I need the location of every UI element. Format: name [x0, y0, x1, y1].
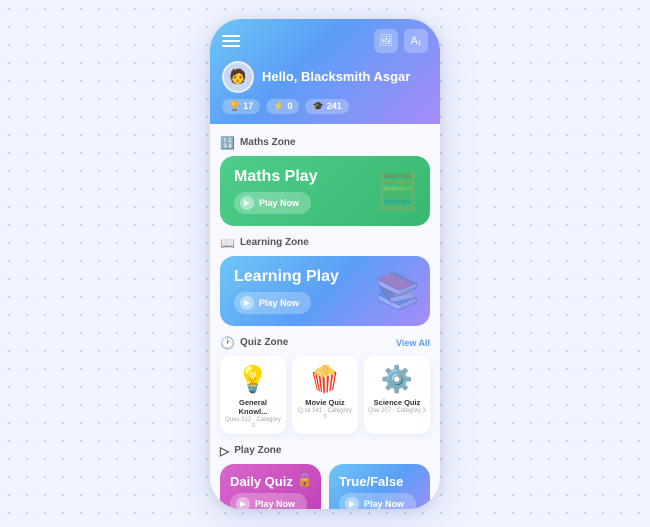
play-zone-text: Play Zone	[234, 445, 281, 456]
true-false-play-icon: ▶	[345, 497, 359, 509]
learning-play-circle-icon: ▶	[240, 296, 254, 310]
daily-quiz-play-label: Play Now	[255, 499, 295, 509]
phone-body: 🔢 Maths Zone Maths Play ▶ Play Now 🧮 📖 L…	[210, 124, 440, 509]
movie-quiz-emoji: 🍿	[309, 364, 341, 395]
learning-zone-label: 📖 Learning Zone	[220, 236, 430, 250]
true-false-play-button[interactable]: ▶ Play Now	[339, 493, 416, 509]
stat-trophy-value: 17	[243, 101, 253, 111]
learning-play-card[interactable]: Learning Play ▶ Play Now 📚	[220, 256, 430, 326]
daily-quiz-card[interactable]: Daily Quiz ▶ Play Now 🔒	[220, 464, 321, 509]
maths-zone-text: Maths Zone	[240, 137, 296, 148]
daily-quiz-play-icon: ▶	[236, 497, 250, 509]
quiz-zone-icon: 🕐	[220, 336, 235, 350]
science-quiz-sub: Que 207 · Category 3	[368, 408, 426, 414]
general-quiz-title: General Knowl...	[224, 398, 282, 416]
image-icon-btn[interactable]: 🖼	[374, 29, 398, 53]
play-zone-cards: Daily Quiz ▶ Play Now 🔒 True/False ▶ Pla…	[220, 464, 430, 509]
maths-play-label: Play Now	[259, 198, 299, 208]
view-all-link[interactable]: View All	[396, 338, 430, 348]
learning-play-button[interactable]: ▶ Play Now	[234, 292, 311, 314]
avatar: 🧑	[222, 61, 254, 93]
learning-zone-text: Learning Zone	[240, 237, 309, 248]
stat-lightning-value: 0	[287, 101, 292, 111]
quiz-card-science[interactable]: ⚙️ Science Quiz Que 207 · Category 3	[364, 356, 430, 434]
image-icon: 🖼	[379, 34, 393, 47]
translate-icon-btn[interactable]: A₁	[404, 29, 428, 53]
stat-lightning: ⚡ 0	[266, 99, 299, 114]
movie-quiz-title: Movie Quiz	[305, 398, 345, 407]
maths-zone-label: 🔢 Maths Zone	[220, 136, 430, 150]
learning-zone-icon: 📖	[220, 236, 235, 250]
header-icons: 🖼 A₁	[374, 29, 428, 53]
science-quiz-title: Science Quiz	[374, 398, 421, 407]
quiz-zone-text: Quiz Zone	[240, 337, 288, 348]
play-zone-label: ▷ Play Zone	[220, 444, 430, 458]
translate-icon: A₁	[410, 35, 421, 47]
science-quiz-emoji: ⚙️	[381, 364, 413, 395]
stat-graduation: 🎓 241	[305, 99, 348, 114]
lock-icon: 🔒	[297, 472, 313, 488]
phone-header: 🖼 A₁ 🧑 Hello, Blacksmith Asgar 🏆 17 ⚡ 0 …	[210, 19, 440, 124]
phone-frame: 🖼 A₁ 🧑 Hello, Blacksmith Asgar 🏆 17 ⚡ 0 …	[210, 19, 440, 509]
graduation-icon: 🎓	[312, 101, 323, 112]
maths-play-button[interactable]: ▶ Play Now	[234, 192, 311, 214]
learning-card-bg-icon: 📚	[375, 270, 420, 312]
hamburger-menu[interactable]	[222, 35, 240, 47]
quiz-card-movie[interactable]: 🍿 Movie Quiz Q.sk 141 · Category 3	[292, 356, 358, 434]
general-quiz-emoji: 💡	[237, 364, 269, 395]
maths-zone-icon: 🔢	[220, 136, 235, 150]
header-top-row: 🖼 A₁	[222, 29, 428, 53]
true-false-card[interactable]: True/False ▶ Play Now	[329, 464, 430, 509]
true-false-play-label: Play Now	[364, 499, 404, 509]
learning-play-label: Play Now	[259, 298, 299, 308]
daily-quiz-play-button[interactable]: ▶ Play Now	[230, 493, 307, 509]
maths-play-circle-icon: ▶	[240, 196, 254, 210]
maths-card-bg-icon: 🧮	[375, 170, 420, 212]
general-quiz-sub: Ques 312 · Category 3	[224, 417, 282, 429]
quiz-zone-label: 🕐 Quiz Zone	[220, 336, 288, 350]
lightning-icon: ⚡	[273, 101, 284, 112]
stats-row: 🏆 17 ⚡ 0 🎓 241	[222, 99, 428, 114]
quiz-zone-header: 🕐 Quiz Zone View All	[220, 336, 430, 350]
quiz-cards-row: 💡 General Knowl... Ques 312 · Category 3…	[220, 356, 430, 434]
stat-graduation-value: 241	[327, 101, 342, 111]
greeting-text: Hello, Blacksmith Asgar	[262, 69, 410, 84]
stat-trophy: 🏆 17	[222, 99, 260, 114]
play-zone-icon: ▷	[220, 444, 229, 458]
trophy-icon: 🏆	[229, 101, 240, 112]
user-row: 🧑 Hello, Blacksmith Asgar	[222, 61, 428, 93]
true-false-title: True/False	[339, 474, 420, 489]
movie-quiz-sub: Q.sk 141 · Category 3	[296, 408, 354, 420]
maths-play-card[interactable]: Maths Play ▶ Play Now 🧮	[220, 156, 430, 226]
quiz-card-general[interactable]: 💡 General Knowl... Ques 312 · Category 3	[220, 356, 286, 434]
